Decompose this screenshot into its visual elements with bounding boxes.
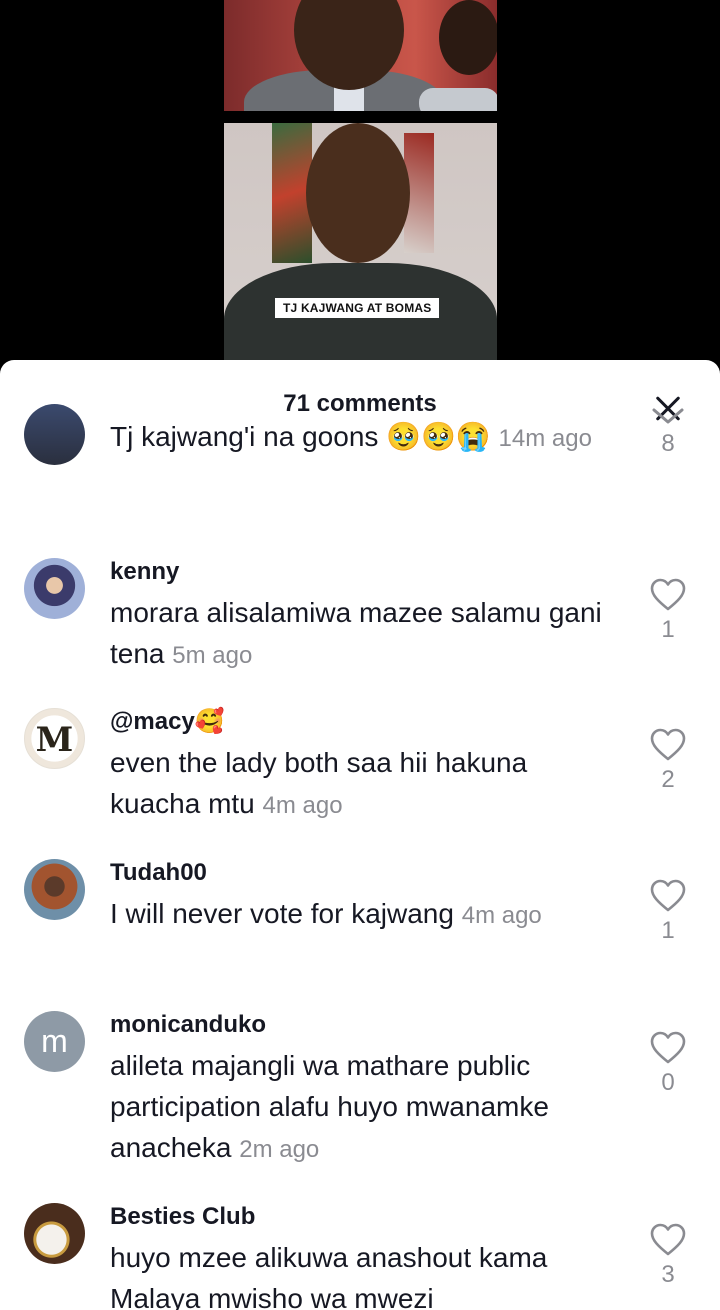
heart-icon[interactable] xyxy=(650,578,686,612)
comment-username[interactable]: @macy🥰 xyxy=(110,708,610,736)
comment-body: kenny morara alisalamiwa mazee salamu ga… xyxy=(110,558,610,676)
comment-text: morara alisalamiwa mazee salamu gani ten… xyxy=(110,597,602,669)
comment-body: monicanduko alileta majangli wa mathare … xyxy=(110,1011,610,1170)
comment-time: 14m ago xyxy=(498,425,592,452)
like-control: 0 xyxy=(648,1031,688,1097)
video-player[interactable]: TJ KAJWANG AT BOMAS xyxy=(0,0,720,380)
presenter-head xyxy=(306,123,410,263)
like-count: 2 xyxy=(661,766,675,793)
video-frame-bottom: TJ KAJWANG AT BOMAS xyxy=(224,123,497,380)
avatar-monogram: M xyxy=(35,720,74,760)
microphone xyxy=(419,88,497,111)
comment-time: 4m ago xyxy=(262,792,343,819)
avatar[interactable] xyxy=(24,859,85,920)
comment-text: alileta majangli wa mathare public parti… xyxy=(110,1050,549,1163)
heart-icon[interactable] xyxy=(650,1223,686,1257)
comment-username[interactable]: Tudah00 xyxy=(110,859,610,887)
comment-username[interactable]: kenny xyxy=(110,558,610,586)
like-control: 8 xyxy=(648,406,688,458)
heart-icon[interactable] xyxy=(650,1031,686,1065)
like-count: 8 xyxy=(661,430,675,457)
heart-icon[interactable] xyxy=(650,406,686,426)
comment-text: I will never vote for kajwang 4m ago xyxy=(110,898,542,929)
like-control: 1 xyxy=(648,578,688,644)
avatar[interactable] xyxy=(24,404,85,465)
like-count: 1 xyxy=(661,616,675,643)
heart-icon[interactable] xyxy=(650,879,686,913)
comment-text: even the lady both saa hii hakuna kuacha… xyxy=(110,747,528,819)
like-control: 1 xyxy=(648,879,688,945)
comments-count-title: 71 comments xyxy=(283,390,437,417)
comment-body: Besties Club huyo mzee alikuwa anashout … xyxy=(110,1203,610,1310)
comment-username[interactable]: Besties Club xyxy=(110,1203,610,1231)
heart-icon[interactable] xyxy=(650,728,686,762)
avatar[interactable] xyxy=(24,1203,85,1264)
video-caption: TJ KAJWANG AT BOMAS xyxy=(275,298,440,318)
comment-body: @macy🥰 even the lady both saa hii hakuna… xyxy=(110,708,610,826)
avatar[interactable]: M xyxy=(24,708,85,769)
comments-sheet: 71 comments Tj kajwang'i na goons 🥹🥹😭 14… xyxy=(0,360,720,1310)
comment-text: huyo mzee alikuwa anashout kama Malaya m… xyxy=(110,1242,548,1310)
like-count: 1 xyxy=(661,917,675,944)
avatar[interactable] xyxy=(24,558,85,619)
comment-username[interactable]: monicanduko xyxy=(110,1011,610,1039)
avatar[interactable]: m xyxy=(24,1011,85,1072)
comment-time: 5m ago xyxy=(172,642,253,669)
video-frame-top xyxy=(224,0,497,111)
like-count: 0 xyxy=(661,1069,675,1096)
like-count: 3 xyxy=(661,1261,675,1288)
comment-body: Tj kajwang'i na goons 🥹🥹😭 14m ago xyxy=(110,416,610,459)
comment-time: 2m ago xyxy=(239,1136,320,1163)
like-control: 3 xyxy=(648,1223,688,1289)
like-control: 2 xyxy=(648,728,688,794)
background-person xyxy=(439,0,497,75)
comment-time: 4m ago xyxy=(461,902,542,929)
comment-text: Tj kajwang'i na goons 🥹🥹😭 14m ago xyxy=(110,421,592,452)
avatar-letter: m xyxy=(41,1023,68,1059)
comment-body: Tudah00 I will never vote for kajwang 4m… xyxy=(110,859,610,936)
